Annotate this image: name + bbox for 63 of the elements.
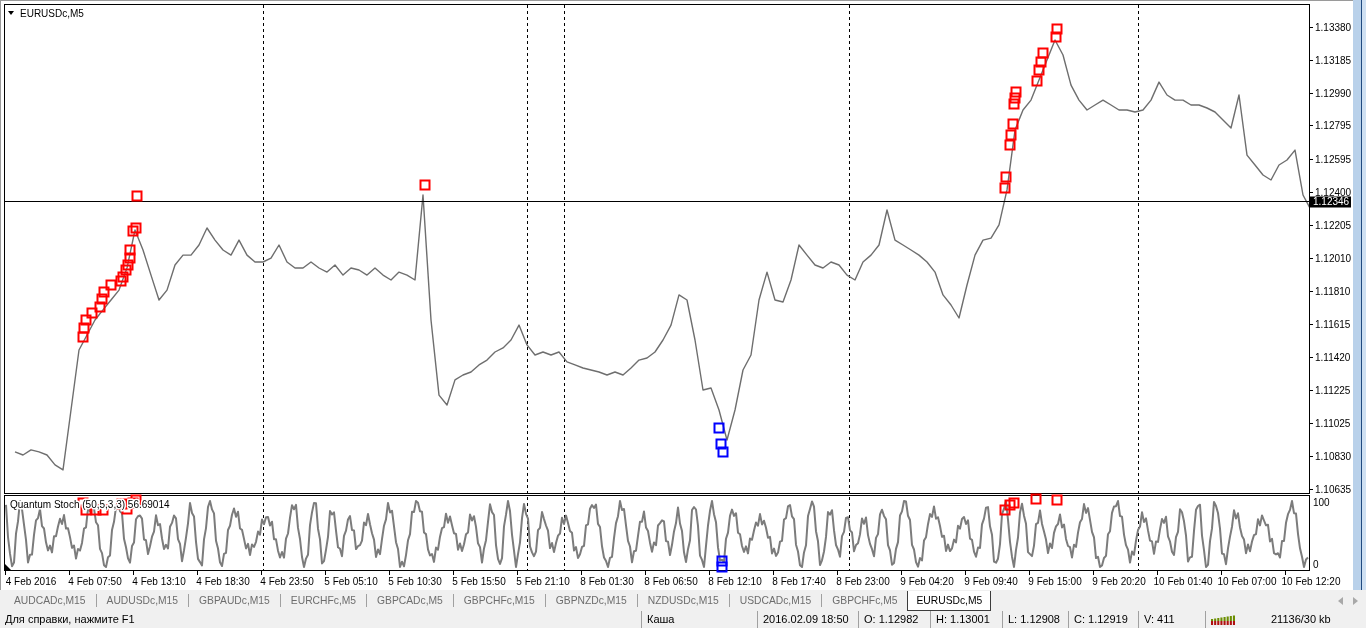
time-label: 9 Feb 09:40 [964, 576, 1018, 587]
time-label: 8 Feb 17:40 [772, 576, 826, 587]
profile-name: Каша [647, 612, 675, 627]
close-price: C: 1.12919 [1074, 612, 1128, 627]
chart-tab[interactable]: EURCHFc,M5 [280, 591, 367, 610]
time-label: 8 Feb 12:10 [708, 576, 762, 587]
open-price: O: 1.12982 [864, 612, 919, 627]
time-label: 4 Feb 2016 [5, 576, 57, 587]
time-label: 9 Feb 20:20 [1092, 576, 1146, 587]
time-label: 4 Feb 18:30 [196, 576, 250, 587]
time-label: 9 Feb 15:00 [1028, 576, 1082, 587]
time-label: 5 Feb 21:10 [516, 576, 570, 587]
price-label: 1.12795 [1315, 120, 1352, 131]
time-label: 5 Feb 10:30 [388, 576, 442, 587]
time-label: 8 Feb 06:50 [644, 576, 698, 587]
price-label: 1.11025 [1315, 418, 1351, 429]
help-text: Для справки, нажмите F1 [5, 612, 135, 627]
time-label: 10 Feb 07:00 [1217, 576, 1277, 587]
time-label: 8 Feb 01:30 [580, 576, 634, 587]
bar-datetime: 2016.02.09 18:50 [763, 612, 849, 627]
time-label: 5 Feb 05:10 [324, 576, 378, 587]
caret-icon[interactable] [8, 11, 14, 15]
connection-bars-icon [1211, 614, 1235, 625]
price-label: 1.11615 [1315, 319, 1351, 330]
price-label: 1.13185 [1315, 55, 1352, 66]
time-label: 5 Feb 15:50 [452, 576, 506, 587]
low-price: L: 1.12908 [1008, 612, 1060, 627]
chart-tab[interactable]: EURUSDc,M5 [907, 591, 992, 611]
traffic-text: 21136/30 kb [1271, 612, 1331, 627]
time-label: 10 Feb 01:40 [1153, 576, 1213, 587]
price-label: 1.12010 [1315, 253, 1352, 264]
price-label: 1.13380 [1315, 22, 1352, 33]
chart-tab[interactable]: AUDUSDc,M15 [96, 591, 189, 610]
chart-tab[interactable]: GBPCHFc,M15 [453, 591, 545, 610]
time-label: 8 Feb 23:00 [836, 576, 890, 587]
price-label: 1.10635 [1315, 484, 1352, 495]
high-price: H: 1.13001 [936, 612, 990, 627]
price-label: 1.12400 [1315, 187, 1352, 198]
chart-tab[interactable]: GBPNZDc,M15 [545, 591, 637, 610]
chart-tab[interactable]: USDCADc,M15 [729, 591, 822, 610]
price-label: 1.11225 [1315, 385, 1351, 396]
price-label: 1.10830 [1315, 451, 1352, 462]
price-label: 1.11810 [1315, 286, 1351, 297]
time-label: 10 Feb 12:20 [1281, 576, 1341, 587]
chart-title: EURUSDc,M5 [20, 8, 84, 19]
current-price-label: 1.12346 [1310, 196, 1351, 208]
price-label: 1.12595 [1315, 154, 1352, 165]
time-label: 9 Feb 04:20 [900, 576, 954, 587]
chart-tab[interactable]: GBPCHFc,M5 [822, 591, 908, 610]
time-label: 4 Feb 23:50 [260, 576, 314, 587]
price-label: 1.12205 [1315, 220, 1352, 231]
indicator-scale-label: 0 [1313, 559, 1319, 570]
chart-tab[interactable]: GBPCADc,M5 [367, 591, 453, 610]
time-label: 4 Feb 07:50 [68, 576, 122, 587]
price-label: 1.11420 [1315, 352, 1351, 363]
indicator-scale-label: 100 [1313, 497, 1330, 508]
volume: V: 411 [1144, 612, 1175, 627]
triangle-icon[interactable] [5, 564, 11, 570]
time-label: 4 Feb 13:10 [132, 576, 186, 587]
price-label: 1.12990 [1315, 88, 1352, 99]
chart-tab[interactable]: AUDCADc,M15 [4, 591, 96, 610]
chart-tab[interactable]: NZDUSDc,M15 [637, 591, 729, 610]
chart-tab[interactable]: GBPAUDc,M15 [189, 591, 280, 610]
